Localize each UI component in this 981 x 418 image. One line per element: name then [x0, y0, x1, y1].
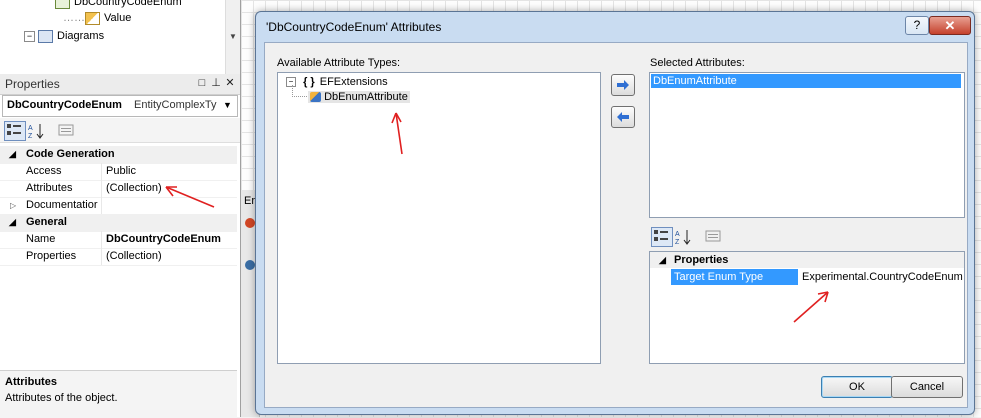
- tree-item-dbenumattribute[interactable]: DbEnumAttribute: [308, 91, 410, 103]
- close-button[interactable]: ✕: [929, 16, 971, 35]
- category-label: Code Generation: [26, 148, 115, 160]
- categorized-button[interactable]: [4, 121, 26, 141]
- cancel-button[interactable]: Cancel: [891, 376, 963, 398]
- tree-item-label: DbCountryCodeEnum: [74, 0, 182, 8]
- tree-item-class[interactable]: DbCountryCodeEnum: [55, 0, 182, 10]
- alphabetical-button[interactable]: AZ: [673, 227, 695, 247]
- arrow-left-icon: [617, 112, 629, 122]
- attribute-class-icon: [310, 92, 321, 103]
- properties-title: Properties: [5, 77, 60, 91]
- help-button[interactable]: ?: [905, 16, 929, 35]
- available-attributes-tree[interactable]: − { } EFExtensions DbEnumAttribute: [277, 72, 601, 364]
- window-position-icon[interactable]: □: [196, 76, 208, 90]
- selected-attributes-list[interactable]: DbEnumAttribute: [649, 72, 965, 218]
- collapse-icon[interactable]: −: [24, 30, 35, 42]
- dialog-client-area: Available Attribute Types: − { } EFExten…: [264, 42, 968, 408]
- svg-text:Z: Z: [675, 239, 680, 246]
- pin-icon[interactable]: ⊥: [210, 76, 222, 90]
- dropdown-arrow-icon[interactable]: ▼: [223, 100, 232, 110]
- folder-diagram-icon: [38, 29, 53, 43]
- property-value[interactable]: Experimental.CountryCodeEnum: [802, 269, 963, 285]
- category-label: General: [26, 216, 67, 228]
- property-name: Name: [26, 233, 56, 245]
- attributes-dialog: 'DbCountryCodeEnum' Attributes ? ✕ Avail…: [255, 11, 975, 415]
- tree-item-label: EFExtensions: [319, 76, 388, 88]
- category-properties[interactable]: ◢ Properties: [650, 252, 964, 268]
- property-row-access[interactable]: Access Public: [0, 163, 237, 181]
- property-name: Properties: [26, 250, 77, 262]
- scroll-down-icon[interactable]: ▼: [229, 32, 237, 41]
- categorized-button[interactable]: [651, 227, 673, 247]
- properties-panel: Properties □ ⊥ ✕ DbCountryCodeEnum Entit…: [0, 74, 241, 418]
- description-pane: Attributes Attributes of the object.: [0, 370, 237, 418]
- tree-item-label: Diagrams: [57, 30, 105, 42]
- svg-text:A: A: [675, 231, 680, 238]
- property-pages-button[interactable]: [56, 121, 78, 141]
- model-browser-tree: DbCountryCodeEnum …… Value − Diagrams ▼: [0, 0, 241, 74]
- categorized-icon: [7, 124, 21, 135]
- svg-text:A: A: [28, 125, 33, 132]
- tree-item-diagrams[interactable]: − Diagrams: [24, 28, 104, 44]
- properties-header: Properties □ ⊥ ✕: [0, 74, 240, 95]
- object-type: EntityComplexTy: [134, 99, 217, 111]
- object-name: DbCountryCodeEnum: [7, 99, 122, 111]
- tree-item-label: DbEnumAttribute: [324, 91, 408, 103]
- ok-button[interactable]: OK: [821, 376, 893, 398]
- property-name: Target Enum Type: [671, 269, 798, 285]
- tree-scrollbar[interactable]: ▼: [225, 0, 240, 74]
- add-attribute-button[interactable]: [611, 74, 635, 96]
- selected-attributes-label: Selected Attributes:: [650, 57, 745, 69]
- property-name: Access: [26, 165, 62, 177]
- attribute-property-grid[interactable]: ◢ Properties Target Enum Type Experiment…: [649, 251, 965, 364]
- property-value[interactable]: (Collection): [106, 180, 162, 197]
- property-value[interactable]: (Collection): [106, 248, 162, 265]
- collapse-icon[interactable]: ◢: [9, 214, 16, 231]
- close-panel-icon[interactable]: ✕: [224, 76, 236, 90]
- class-icon: [55, 0, 70, 9]
- error-icon: [245, 218, 255, 228]
- collapse-icon[interactable]: ◢: [9, 146, 16, 163]
- description-title: Attributes: [5, 376, 57, 388]
- property-row-documentation[interactable]: ▷ Documentatior: [0, 197, 237, 215]
- expand-icon[interactable]: ▷: [10, 197, 16, 214]
- property-icon: [85, 11, 100, 25]
- property-pages-icon: [705, 230, 721, 242]
- properties-toolbar: AZ: [0, 118, 240, 143]
- description-text: Attributes of the object.: [5, 392, 118, 404]
- property-row-properties[interactable]: Properties (Collection): [0, 248, 237, 266]
- category-label: Properties: [674, 254, 729, 266]
- arrow-right-icon: [617, 80, 629, 90]
- collapse-icon[interactable]: ◢: [659, 252, 666, 268]
- alphabetical-button[interactable]: AZ: [26, 121, 48, 141]
- object-selector[interactable]: DbCountryCodeEnum EntityComplexTy ▼: [2, 95, 238, 117]
- error-strip-label: Er: [244, 195, 255, 207]
- property-pages-button[interactable]: [703, 227, 725, 247]
- property-value[interactable]: Public: [106, 163, 136, 180]
- dialog-title: 'DbCountryCodeEnum' Attributes: [266, 20, 442, 34]
- available-attributes-label: Available Attribute Types:: [277, 57, 401, 69]
- property-pages-icon: [58, 124, 74, 136]
- svg-text:Z: Z: [28, 133, 33, 140]
- list-item[interactable]: DbEnumAttribute: [651, 74, 961, 88]
- property-name: Documentatior: [26, 199, 98, 211]
- tree-item-property[interactable]: …… Value: [63, 10, 131, 26]
- categorized-icon: [654, 230, 668, 241]
- remove-attribute-button[interactable]: [611, 106, 635, 128]
- property-value[interactable]: DbCountryCodeEnum: [106, 231, 221, 248]
- attribute-properties-toolbar: AZ: [649, 227, 729, 249]
- alphabetical-icon: AZ: [675, 230, 691, 246]
- info-icon: [245, 260, 255, 270]
- tree-item-label: Value: [104, 12, 132, 24]
- alphabetical-icon: AZ: [28, 124, 44, 140]
- property-row-name[interactable]: Name DbCountryCodeEnum: [0, 231, 237, 249]
- property-row-target-enum-type[interactable]: Target Enum Type Experimental.CountryCod…: [650, 269, 964, 285]
- category-general[interactable]: ◢ General: [0, 214, 237, 232]
- property-row-attributes[interactable]: Attributes (Collection): [0, 180, 237, 198]
- property-name: Attributes: [26, 182, 73, 194]
- category-code-generation[interactable]: ◢ Code Generation: [0, 146, 237, 164]
